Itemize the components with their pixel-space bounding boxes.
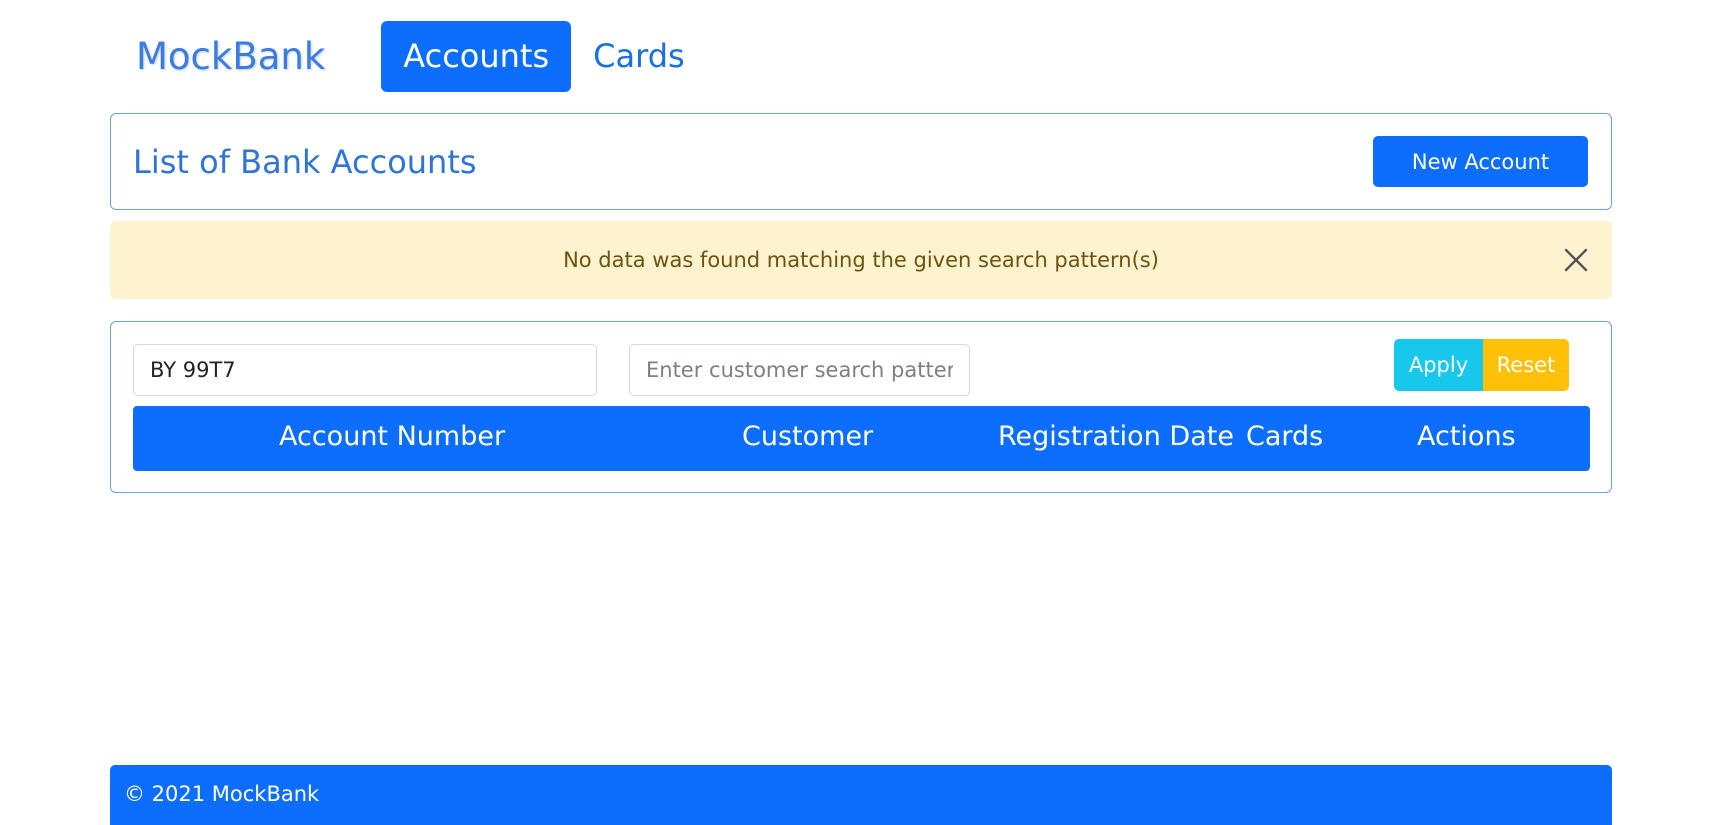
- account-search-input[interactable]: [133, 344, 597, 396]
- customer-search-input[interactable]: [629, 344, 970, 396]
- page-header-card: List of Bank Accounts New Account: [110, 113, 1612, 210]
- accounts-table-card: Apply Reset Account Number Customer Regi…: [110, 321, 1612, 493]
- brand-logo[interactable]: MockBank: [136, 35, 325, 78]
- column-header-cards[interactable]: Cards: [1246, 421, 1323, 452]
- column-header-actions: Actions: [1417, 421, 1516, 452]
- page-footer: © 2021 MockBank: [110, 765, 1612, 825]
- apply-button[interactable]: Apply: [1394, 339, 1483, 391]
- page-title: List of Bank Accounts: [133, 143, 477, 181]
- new-account-button[interactable]: New Account: [1373, 136, 1588, 187]
- reset-button[interactable]: Reset: [1483, 339, 1569, 391]
- alert-message: No data was found matching the given sea…: [563, 248, 1159, 272]
- column-header-registration-date[interactable]: Registration Date: [998, 421, 1234, 452]
- column-header-account-number[interactable]: Account Number: [279, 421, 505, 452]
- nav-link-accounts[interactable]: Accounts: [381, 20, 572, 92]
- footer-copyright: © 2021 MockBank: [124, 782, 320, 806]
- close-icon[interactable]: [1562, 246, 1590, 274]
- nav-link-cards[interactable]: Cards: [571, 21, 707, 92]
- warning-alert: No data was found matching the given sea…: [110, 221, 1612, 299]
- filter-button-group: Apply Reset: [1394, 339, 1569, 391]
- table-header: Account Number Customer Registration Dat…: [133, 406, 1590, 471]
- column-header-customer[interactable]: Customer: [742, 421, 873, 452]
- top-navbar: MockBank Accounts Cards: [110, 20, 707, 92]
